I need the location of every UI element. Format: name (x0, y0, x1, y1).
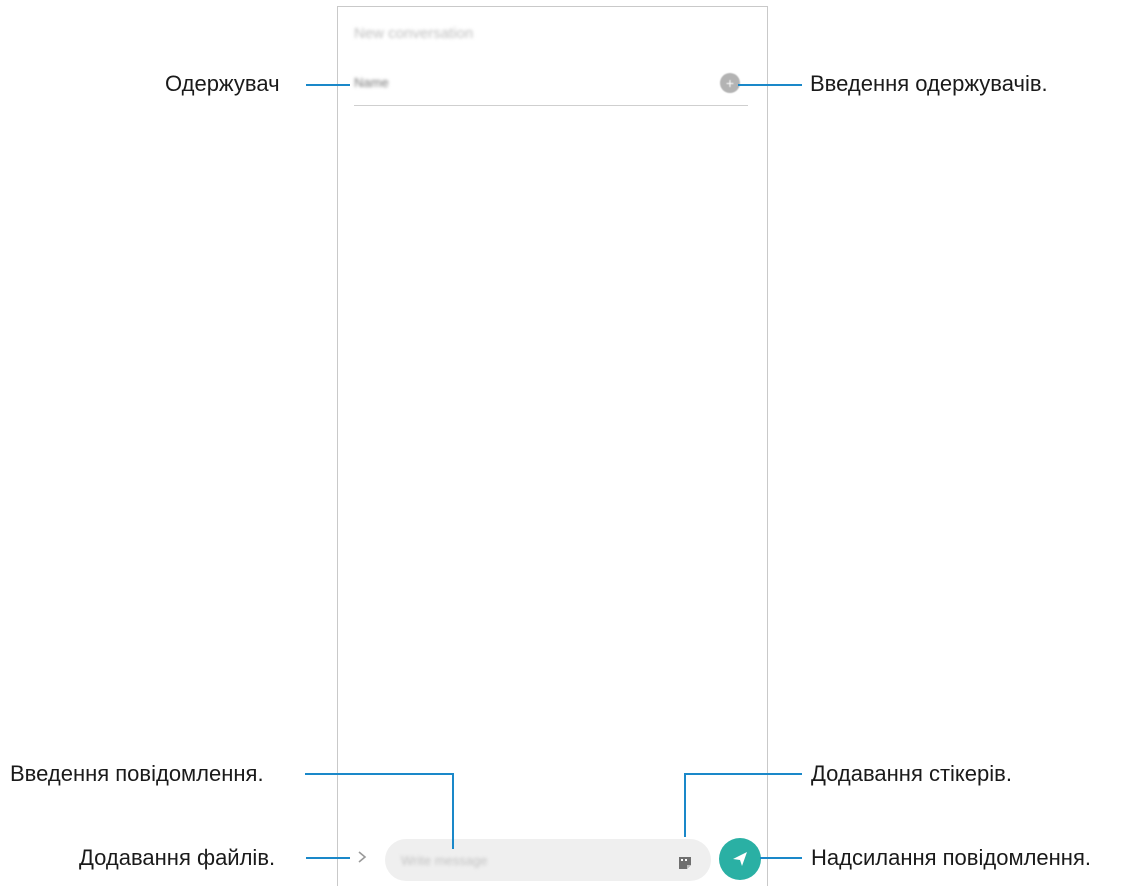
send-arrow-icon (733, 852, 747, 866)
callout-attach-files: Додавання файлів. (79, 845, 276, 870)
chevron-right-icon (358, 851, 367, 863)
callout-line-enter-recipients (738, 84, 802, 86)
send-button[interactable] (719, 838, 761, 880)
attach-files-button[interactable] (352, 847, 372, 867)
message-placeholder: Write message (401, 853, 488, 868)
callout-enter-message: Введення повідомлення. (10, 761, 264, 786)
callout-add-stickers: Додавання стікерів. (811, 761, 1012, 786)
callout-line-send-message (760, 857, 802, 859)
plus-circle-icon: + (725, 75, 735, 91)
callout-line-recipient (306, 84, 350, 86)
message-input[interactable]: Write message (385, 839, 711, 881)
sticker-button[interactable] (677, 855, 693, 871)
callout-vline-add-stickers (684, 773, 686, 837)
sticker-icon (679, 857, 691, 869)
recipient-input[interactable] (354, 75, 654, 90)
callout-line-add-stickers (684, 773, 802, 775)
recipient-row: + (354, 67, 748, 106)
callout-send-message: Надсилання повідомлення. (811, 845, 1091, 870)
callout-recipient: Одержувач (165, 71, 280, 96)
screen-title: New conversation (354, 25, 474, 42)
add-recipient-button[interactable]: + (720, 73, 740, 93)
phone-screen: New conversation + Write message (337, 6, 768, 886)
callout-line-enter-message (305, 773, 454, 775)
callout-vline-enter-message (452, 773, 454, 849)
callout-line-attach-files (306, 857, 350, 859)
callout-enter-recipients: Введення одержувачів. (810, 71, 1048, 96)
